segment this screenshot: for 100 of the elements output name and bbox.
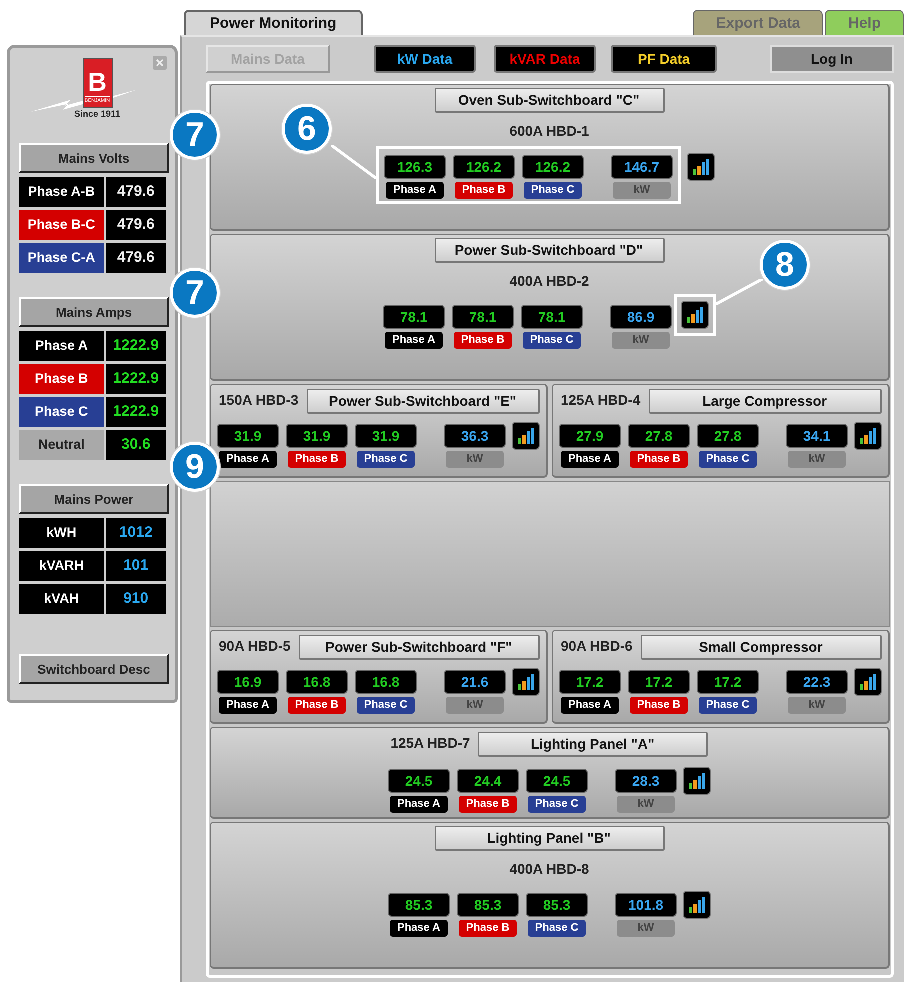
reading-value: 27.9 — [559, 424, 621, 448]
toolbar-button[interactable]: Log In — [770, 45, 894, 73]
reading-value: 126.3 — [384, 155, 446, 179]
reading-value: 31.9 — [217, 424, 279, 448]
bar-chart-icon — [517, 427, 535, 445]
reading-label: Phase B — [288, 451, 346, 468]
bar-chart-button[interactable] — [512, 668, 540, 696]
measure-value: 1222.9 — [106, 397, 166, 427]
measure-label: Neutral — [19, 430, 104, 460]
reading-value: 27.8 — [697, 424, 759, 448]
circuit-title-button[interactable]: Power Sub-Switchboard "E" — [306, 389, 540, 414]
reading-label: kW — [613, 182, 671, 199]
bar-chart-icon — [686, 306, 704, 324]
circuit-name: 90A HBD-5 — [219, 638, 291, 654]
reading-value: 21.6 — [444, 670, 506, 694]
bar-chart-icon — [859, 427, 877, 445]
reading-value: 36.3 — [444, 424, 506, 448]
measure-label: kWH — [19, 518, 104, 548]
reading-label: Phase A — [385, 332, 443, 349]
reading-label: Phase B — [630, 697, 688, 714]
bar-chart-button[interactable] — [687, 153, 715, 181]
circuit-title-button[interactable]: Lighting Panel "B" — [434, 826, 664, 851]
circuit-title-button[interactable]: Lighting Panel "A" — [478, 732, 708, 757]
reading-label: Phase C — [357, 451, 415, 468]
reading-value: 78.1 — [452, 305, 514, 329]
measure-label: Phase A-B — [19, 177, 104, 207]
measure-label: kVARH — [19, 551, 104, 581]
reading-label: Phase A — [390, 920, 448, 937]
measure-value: 910 — [106, 584, 166, 614]
bar-chart-button[interactable] — [512, 422, 540, 450]
bar-chart-button[interactable] — [683, 891, 711, 919]
toolbar-button[interactable]: kVAR Data — [494, 45, 596, 73]
bar-chart-button[interactable] — [681, 301, 709, 329]
bar-chart-button[interactable] — [854, 422, 882, 450]
measure-label: Phase B-C — [19, 210, 104, 240]
bar-chart-icon — [692, 158, 710, 176]
measure-value: 479.6 — [106, 210, 166, 240]
measure-label: Phase C — [19, 397, 104, 427]
reading-label: kW — [446, 697, 504, 714]
circuit-name: 400A HBD-8 — [510, 861, 590, 877]
bar-chart-icon — [859, 673, 877, 691]
measure-value: 1222.9 — [106, 331, 166, 361]
reading-label: kW — [617, 920, 675, 937]
circuit-name: 150A HBD-3 — [219, 392, 299, 408]
bar-chart-button[interactable] — [854, 668, 882, 696]
reading-value: 101.8 — [615, 893, 677, 917]
reading-value: 86.9 — [610, 305, 672, 329]
reading-label: Phase C — [528, 796, 586, 813]
reading-label: kW — [788, 697, 846, 714]
reading-label: Phase A — [219, 451, 277, 468]
reading-label: kW — [617, 796, 675, 813]
reading-label: Phase B — [455, 182, 513, 199]
callout-badge: 9 — [170, 442, 220, 492]
reading-label: Phase A — [386, 182, 444, 199]
reading-value: 78.1 — [521, 305, 583, 329]
reading-label: Phase A — [561, 697, 619, 714]
logo-tagline: Since 1911 — [74, 109, 121, 119]
toolbar-button[interactable]: PF Data — [611, 45, 717, 73]
reading-value: 24.5 — [526, 769, 588, 793]
reading-value: 17.2 — [628, 670, 690, 694]
callout-badge: 7 — [170, 268, 220, 318]
circuit-title-button[interactable]: Power Sub-Switchboard "D" — [434, 238, 664, 263]
reading-value: 17.2 — [559, 670, 621, 694]
circuit-title-button[interactable]: Small Compressor — [640, 635, 882, 660]
section-header-button[interactable]: Mains Volts — [19, 143, 169, 173]
reading-value: 85.3 — [388, 893, 450, 917]
tab[interactable]: Power Monitoring — [184, 10, 363, 35]
measure-label: Phase C-A — [19, 243, 104, 273]
reading-label: kW — [446, 451, 504, 468]
section-header-button[interactable]: Mains Power — [19, 484, 169, 514]
reading-value: 27.8 — [628, 424, 690, 448]
reading-value: 126.2 — [522, 155, 584, 179]
circuit-title-button[interactable]: Power Sub-Switchboard "F" — [298, 635, 540, 660]
reading-label: Phase B — [459, 920, 517, 937]
measure-label: kVAH — [19, 584, 104, 614]
reading-label: Phase C — [699, 451, 757, 468]
section-header-button[interactable]: Mains Amps — [19, 297, 169, 327]
toolbar-button[interactable]: kW Data — [374, 45, 476, 73]
reading-label: Phase B — [454, 332, 512, 349]
bar-chart-button[interactable] — [683, 767, 711, 795]
circuit-title-button[interactable]: Large Compressor — [648, 389, 882, 414]
reading-label: Phase A — [219, 697, 277, 714]
reading-label: Phase B — [459, 796, 517, 813]
measure-value: 1012 — [106, 518, 166, 548]
reading-label: Phase A — [390, 796, 448, 813]
reading-label: Phase C — [524, 182, 582, 199]
reading-value: 78.1 — [383, 305, 445, 329]
measure-value: 479.6 — [106, 243, 166, 273]
reading-value: 85.3 — [457, 893, 519, 917]
reading-value: 17.2 — [697, 670, 759, 694]
logo-letter: B — [88, 68, 107, 96]
callout-badge: 8 — [760, 240, 810, 290]
switchboard-desc-button[interactable]: Switchboard Desc — [19, 654, 169, 684]
reading-value: 24.5 — [388, 769, 450, 793]
measure-label: Phase B — [19, 364, 104, 394]
reading-value: 16.9 — [217, 670, 279, 694]
reading-label: Phase C — [528, 920, 586, 937]
callout-badge: 7 — [170, 110, 220, 160]
circuit-title-button[interactable]: Oven Sub-Switchboard "C" — [434, 88, 664, 113]
reading-value: 34.1 — [786, 424, 848, 448]
